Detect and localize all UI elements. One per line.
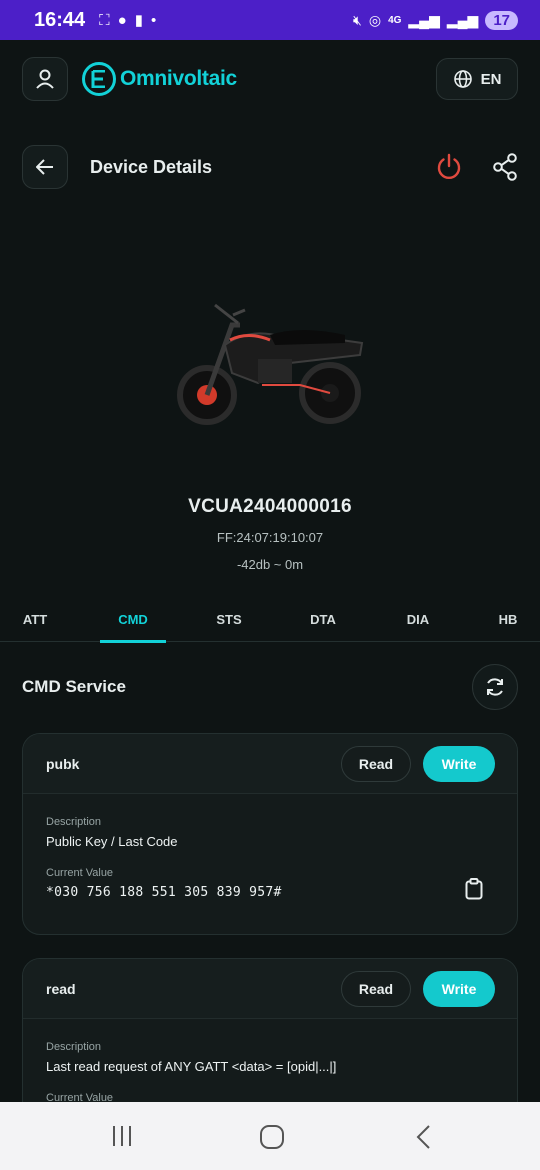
tab-label: STS xyxy=(216,611,242,627)
current-value-label: Current Value xyxy=(46,867,114,879)
page-header: Device Details xyxy=(22,144,518,190)
page-title: Device Details xyxy=(90,156,213,177)
tab-indicator xyxy=(100,640,166,643)
status-bar: 16:44 ⛶ ● ▮ • 🔇︎ ◎ 4G ▂▄▆ ▂▄▆ 17 xyxy=(0,0,540,40)
signal-icon-2: ▂▄▆ xyxy=(446,11,479,28)
tab-cmd[interactable]: CMD xyxy=(100,596,166,643)
device-mac: FF:24:07:19:10:07 xyxy=(216,530,324,545)
tab-dia[interactable]: DIA xyxy=(393,596,443,642)
tab-sts[interactable]: STS xyxy=(204,596,254,642)
chat-icon: ● xyxy=(117,11,127,29)
signal-icon: ▂▄▆ xyxy=(408,11,440,28)
tab-label: HB xyxy=(498,611,518,627)
tab-label: CMD xyxy=(118,611,148,627)
user-icon xyxy=(36,69,54,89)
arrow-left-icon xyxy=(36,159,53,175)
refresh-icon xyxy=(487,678,503,696)
battery-badge: 17 xyxy=(485,10,518,30)
section-title: CMD Service xyxy=(22,677,126,696)
app-bar: Omnivoltaic EN xyxy=(22,57,518,101)
current-value: *030 756 188 551 305 839 957# xyxy=(46,885,282,900)
hotspot-icon: ◎ xyxy=(368,11,382,28)
profile-button[interactable] xyxy=(22,57,68,101)
card-header: read Read Write xyxy=(23,959,517,1019)
description-value: Last read request of ANY GATT <data> = [… xyxy=(46,1059,337,1074)
system-nav-bar xyxy=(0,1102,540,1170)
brand-logo: Omnivoltaic xyxy=(82,62,237,96)
power-icon[interactable] xyxy=(436,153,462,181)
card-header: pubk Read Write xyxy=(23,734,517,794)
network-label: 4G xyxy=(388,14,402,26)
device-name: VCUA2404000016 xyxy=(188,496,352,517)
motorcycle-image xyxy=(177,303,364,425)
mute-icon: 🔇︎ xyxy=(353,11,362,28)
back-nav-icon[interactable] xyxy=(415,1124,433,1150)
language-label: EN xyxy=(480,70,502,88)
teams-icon: ▮ xyxy=(134,12,143,29)
characteristic-card-pubk: pubk Read Write Description Public Key /… xyxy=(22,733,518,935)
tab-dta[interactable]: DTA xyxy=(298,596,348,642)
tab-label: DIA xyxy=(406,611,430,627)
home-icon[interactable] xyxy=(259,1124,285,1150)
tab-att[interactable]: ATT xyxy=(10,596,60,642)
service-tabs: ATT CMD STS DTA DIA HB xyxy=(0,596,540,643)
description-value: Public Key / Last Code xyxy=(46,834,178,849)
logo-icon xyxy=(82,62,116,96)
status-time: 16:44 xyxy=(34,8,86,31)
clipboard-icon[interactable] xyxy=(465,878,483,900)
read-button[interactable]: Read xyxy=(341,745,411,782)
read-button[interactable]: Read xyxy=(341,970,411,1007)
device-rssi: -42db ~ 0m xyxy=(236,557,304,572)
tab-hb[interactable]: HB xyxy=(488,596,528,642)
notification-icons: ⛶ ● ▮ • xyxy=(99,11,157,30)
card-body: Description Public Key / Last Code Curre… xyxy=(23,794,517,922)
brand-name: Omnivoltaic xyxy=(120,67,237,90)
back-button[interactable] xyxy=(22,145,68,189)
recents-icon[interactable] xyxy=(111,1124,133,1148)
globe-icon xyxy=(453,70,472,88)
characteristic-name: read xyxy=(46,980,76,997)
description-label: Description xyxy=(46,816,102,828)
refresh-button[interactable] xyxy=(472,664,518,710)
characteristic-name: pubk xyxy=(46,755,80,772)
language-selector[interactable]: EN xyxy=(436,58,518,100)
write-button[interactable]: Write xyxy=(423,745,495,782)
screenshot-icon: ⛶ xyxy=(99,11,110,29)
write-button[interactable]: Write xyxy=(423,970,495,1007)
tab-label: DTA xyxy=(310,611,336,627)
description-label: Description xyxy=(46,1041,102,1053)
section-header: CMD Service xyxy=(22,664,518,710)
dot-icon: • xyxy=(151,11,157,29)
tab-label: ATT xyxy=(22,611,48,627)
share-icon[interactable] xyxy=(492,153,518,181)
